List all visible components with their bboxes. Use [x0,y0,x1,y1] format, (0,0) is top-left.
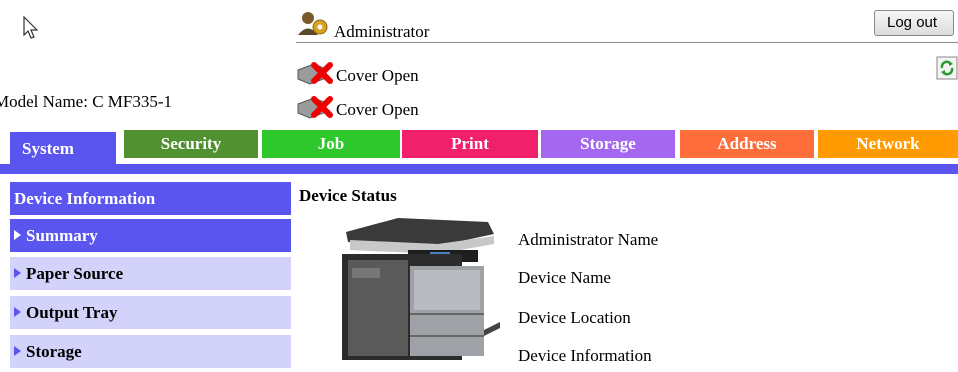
user-name: Administrator [334,22,430,41]
tab-network[interactable]: Network [818,130,958,158]
tab-security[interactable]: Security [124,130,258,158]
sidebar-item-label: Paper Source [26,264,124,283]
tab-print[interactable]: Print [402,130,538,158]
user-bar: Administrator Log out [296,6,958,43]
field-label-device-name: Device Name [518,268,611,287]
status-text: Cover Open [336,66,419,85]
page-title: Device Status [299,186,397,205]
sidebar-item-label: Summary [26,226,98,245]
triangle-right-icon [14,346,21,356]
field-label-device-location: Device Location [518,308,631,327]
logout-button[interactable]: Log out [874,10,954,36]
tab-system[interactable]: System [10,132,116,166]
status-row: Cover Open [296,60,496,86]
mouse-cursor-icon [23,16,39,39]
tab-storage[interactable]: Storage [541,130,675,158]
triangle-right-icon [14,307,21,317]
error-x-icon [297,96,333,119]
field-label-device-information: Device Information [518,346,652,365]
refresh-icon[interactable] [936,56,958,80]
tab-job[interactable]: Job [262,130,400,158]
status-row: Cover Open [296,94,496,120]
tab-underline [0,164,958,174]
printer-image [342,218,500,360]
sidebar-item-label: Storage [26,342,82,361]
sidebar-item-storage[interactable]: Storage [10,335,291,368]
field-label-administrator-name: Administrator Name [518,230,659,249]
administrator-icon [298,12,328,35]
triangle-right-icon [14,230,21,240]
model-name: Model Name: C MF335-1 [0,92,270,116]
tab-address[interactable]: Address [680,130,814,158]
tab-label: System [22,139,74,158]
error-x-icon [297,62,333,85]
sidebar-item-summary[interactable]: Summary [10,219,291,252]
model-name-text: Model Name: C MF335-1 [0,92,173,111]
status-text: Cover Open [336,100,419,119]
sidebar-item-label: Output Tray [26,303,118,322]
triangle-right-icon [14,268,21,278]
sidebar-item-output-tray[interactable]: Output Tray [10,296,291,329]
sidebar-section-device-information[interactable]: Device Information [10,182,291,215]
sidebar-item-paper-source[interactable]: Paper Source [10,257,291,290]
